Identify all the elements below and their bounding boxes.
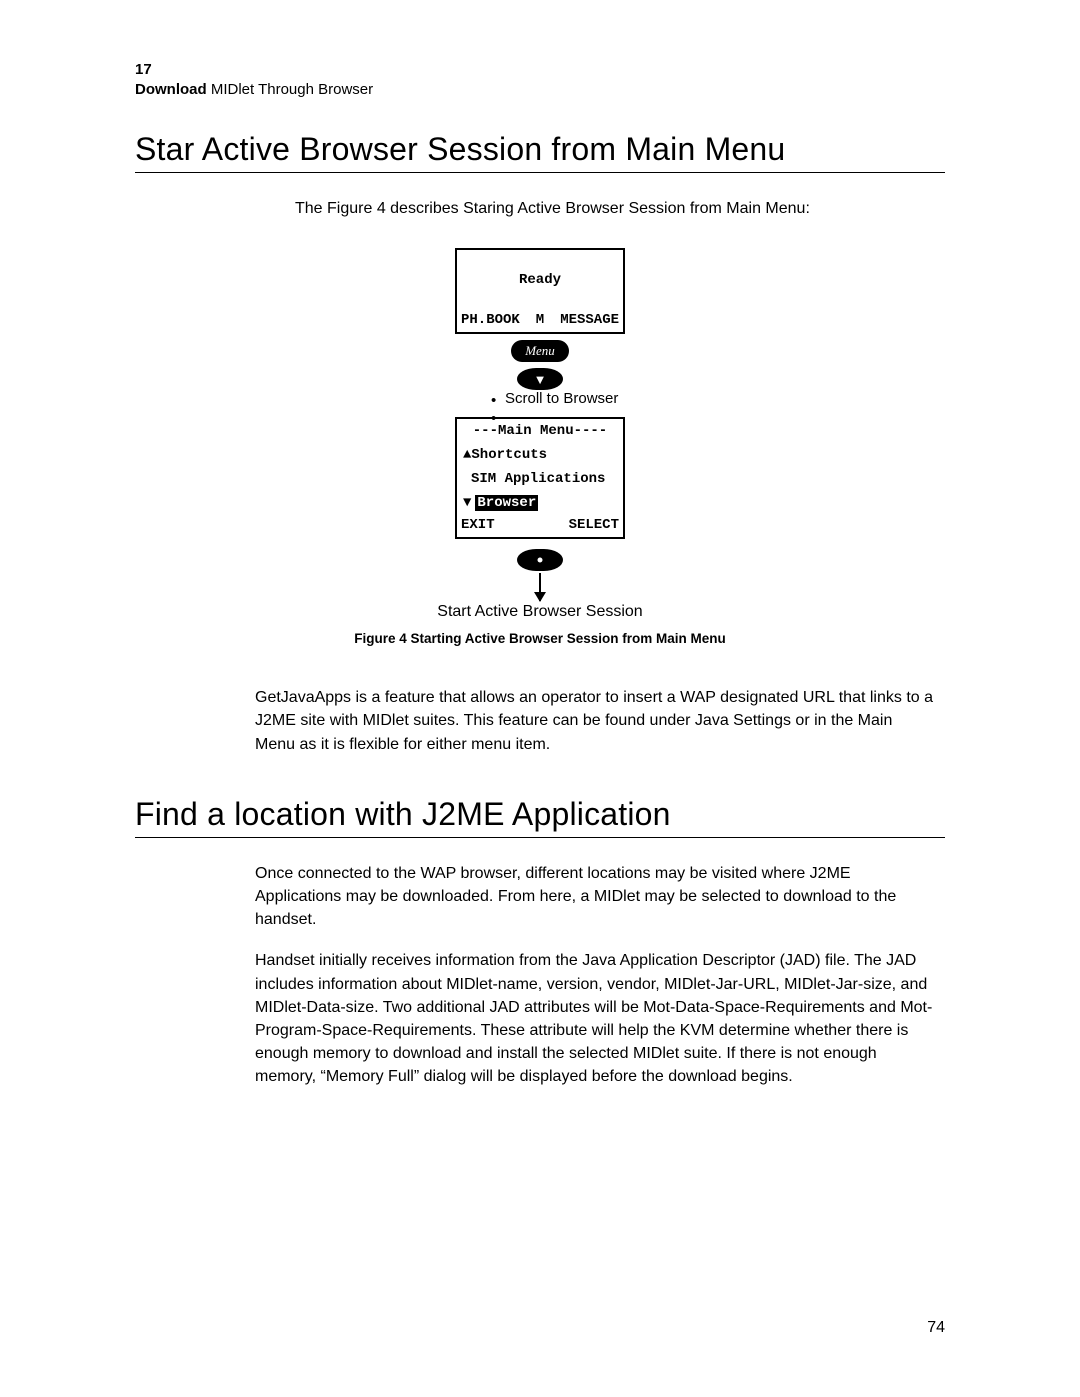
- softkey-right: MESSAGE: [560, 312, 619, 328]
- main-menu-softkeys: EXIT SELECT: [457, 515, 623, 537]
- softkey-left: PH.BOOK: [461, 312, 520, 328]
- down-arrow-button-icon: ▼: [517, 368, 563, 390]
- select-button-icon: [517, 549, 563, 571]
- section-rule-2: [135, 837, 945, 838]
- softkey-mid: M: [536, 312, 544, 328]
- menu-item-browser-row: ▼Browser: [457, 491, 623, 515]
- menu-item-sim-applications: SIM Applications: [457, 467, 623, 491]
- page-number: 74: [927, 1319, 945, 1337]
- softkey-select: SELECT: [569, 517, 619, 533]
- document-page: 17 Download MIDlet Through Browser Star …: [0, 0, 1080, 1397]
- softkey-exit: EXIT: [461, 517, 495, 533]
- start-session-label: Start Active Browser Session: [437, 603, 642, 621]
- chapter-number: 17: [135, 60, 945, 80]
- arrow-down-icon: [539, 573, 541, 601]
- paragraph-handset-jad: Handset initially receives information f…: [255, 949, 935, 1088]
- chapter-title-rest: MIDlet Through Browser: [207, 81, 373, 98]
- main-menu-title: ---Main Menu----: [457, 419, 623, 443]
- menu-item-shortcuts: ▲Shortcuts: [457, 443, 623, 467]
- figure-caption: Figure 4 Starting Active Browser Session…: [135, 631, 945, 646]
- chapter-title: Download MIDlet Through Browser: [135, 80, 945, 100]
- chapter-title-bold: Download: [135, 81, 207, 98]
- paragraph-once-connected: Once connected to the WAP browser, diffe…: [255, 862, 935, 932]
- paragraph-getjavaapps: GetJavaApps is a feature that allows an …: [255, 686, 935, 756]
- figure-4: Ready PH.BOOK M MESSAGE Menu ▼ Scroll to…: [135, 248, 945, 621]
- phone-screen-main-menu: ---Main Menu---- ▲Shortcuts SIM Applicat…: [455, 417, 625, 539]
- menu-item-browser-highlight: Browser: [475, 495, 538, 511]
- section-heading-2: Find a location with J2ME Application: [135, 796, 945, 833]
- phone-screen-ready: Ready PH.BOOK M MESSAGE: [455, 248, 625, 334]
- screen-softkeys: PH.BOOK M MESSAGE: [457, 310, 623, 332]
- menu-button-icon: Menu: [511, 340, 569, 362]
- section1-intro: The Figure 4 describes Staring Active Br…: [295, 197, 945, 220]
- scroll-to-browser-label: Scroll to Browser: [505, 390, 618, 407]
- screen-ready-label: Ready: [457, 268, 623, 292]
- section-heading-1: Star Active Browser Session from Main Me…: [135, 131, 945, 168]
- section-rule: [135, 172, 945, 173]
